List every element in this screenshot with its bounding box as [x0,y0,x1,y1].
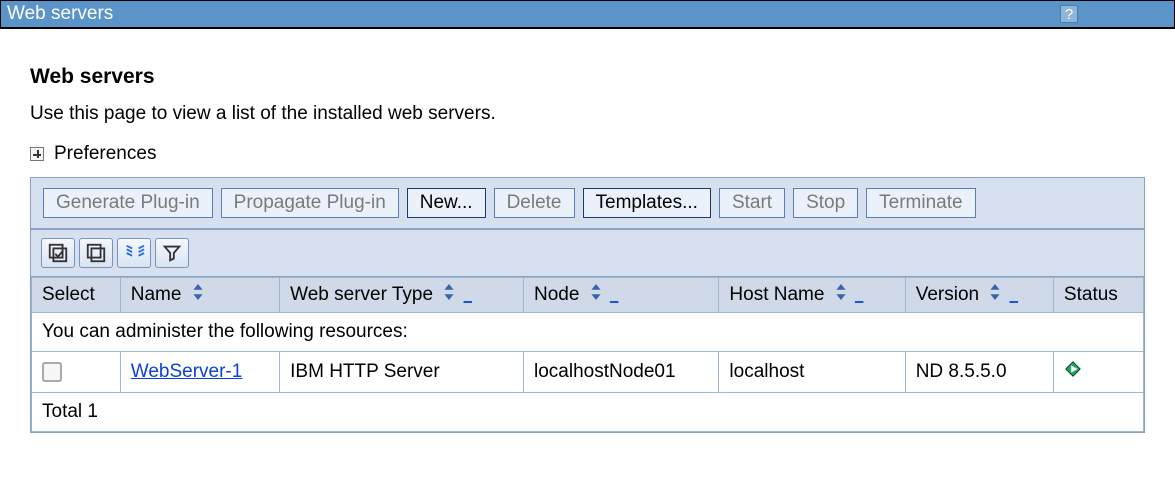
deselect-all-button[interactable] [79,238,113,268]
total-row: Total 1 [32,393,1144,432]
total-label: Total 1 [32,393,1144,432]
sort-icon [589,284,603,300]
page-description: Use this page to view a list of the inst… [30,103,1145,125]
table-header-row: Select Name Web server Type _ Node [32,278,1144,313]
server-version-cell: ND 8.5.5.0 [905,352,1053,393]
filter-indicator[interactable]: _ [1010,287,1018,304]
server-status-cell [1053,352,1143,393]
filter-indicator[interactable]: _ [464,287,472,304]
selection-toolbar [31,230,1144,277]
new-button[interactable]: New... [407,188,486,218]
start-button[interactable]: Start [719,188,785,218]
running-icon [1064,360,1082,378]
page-title: Web servers [30,65,1145,89]
select-all-button[interactable] [41,238,75,268]
action-toolbar: Generate Plug-in Propagate Plug-in New..… [31,178,1144,230]
expand-icon [30,147,44,161]
webservers-panel: Generate Plug-in Propagate Plug-in New..… [30,177,1145,433]
filter-indicator[interactable]: _ [610,287,618,304]
col-select: Select [32,278,121,313]
row-checkbox[interactable] [42,362,62,382]
col-name[interactable]: Name [120,278,279,313]
filter-indicator[interactable]: _ [855,287,863,304]
col-host[interactable]: Host Name _ [719,278,905,313]
sort-icon [442,284,456,300]
deselect-all-icon [85,242,107,264]
col-node[interactable]: Node _ [524,278,719,313]
terminate-button[interactable]: Terminate [866,188,975,218]
titlebar-title: Web servers [7,3,113,25]
server-host-cell: localhost [719,352,905,393]
stop-button[interactable]: Stop [793,188,858,218]
help-icon[interactable]: ? [1060,5,1078,23]
clear-filter-button[interactable] [155,238,189,268]
col-status: Status [1053,278,1143,313]
select-all-icon [47,242,69,264]
preferences-label: Preferences [54,143,156,165]
server-node-cell: localhostNode01 [524,352,719,393]
table-row: WebServer-1 IBM HTTP Server localhostNod… [32,352,1144,393]
titlebar: Web servers ? [0,0,1175,29]
sort-icon [834,284,848,300]
templates-button[interactable]: Templates... [583,188,711,218]
sort-icon [988,284,1002,300]
col-type[interactable]: Web server Type _ [280,278,524,313]
row-select-cell[interactable] [32,352,121,393]
page-content: Web servers Use this page to view a list… [0,29,1175,439]
sort-icon [191,284,205,300]
admin-resources-text: You can administer the following resourc… [32,313,1144,352]
filter-icon [123,242,145,264]
delete-button[interactable]: Delete [494,188,575,218]
propagate-plugin-button[interactable]: Propagate Plug-in [221,188,399,218]
admin-resources-row: You can administer the following resourc… [32,313,1144,352]
clear-filter-icon [161,242,183,264]
preferences-toggle[interactable]: Preferences [30,143,1145,165]
server-type-cell: IBM HTTP Server [280,352,524,393]
webservers-table: Select Name Web server Type _ Node [31,277,1144,432]
generate-plugin-button[interactable]: Generate Plug-in [43,188,213,218]
server-name-link[interactable]: WebServer-1 [131,361,243,382]
col-version[interactable]: Version _ [905,278,1053,313]
show-filter-button[interactable] [117,238,151,268]
